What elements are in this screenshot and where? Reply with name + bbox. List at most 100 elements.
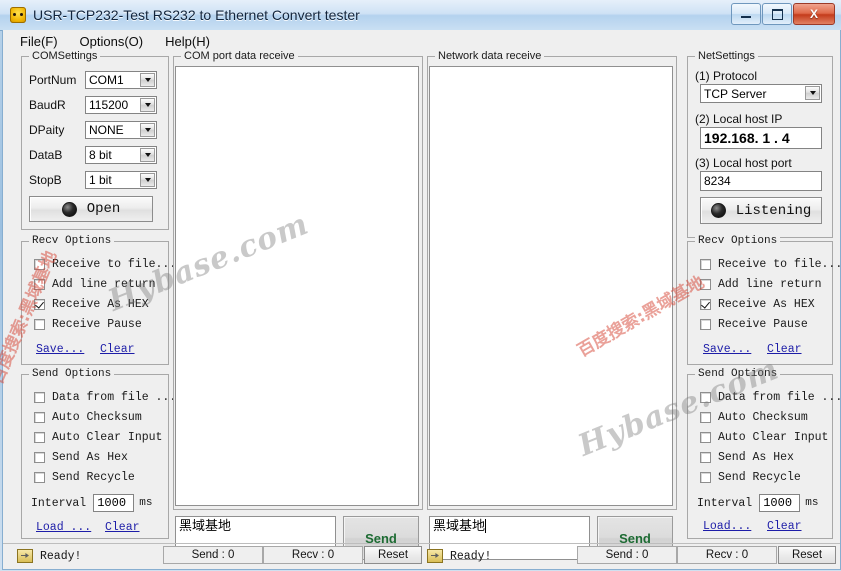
net-add-line-return-checkbox[interactable]: Add line return bbox=[700, 278, 822, 291]
open-button[interactable]: Open bbox=[29, 196, 153, 222]
chevron-down-icon[interactable] bbox=[805, 86, 820, 100]
com-reset-button[interactable]: Reset bbox=[364, 546, 422, 564]
net-send-recycle-label: Send Recycle bbox=[718, 471, 801, 484]
net-recv-clear-link[interactable]: Clear bbox=[767, 343, 802, 356]
com-send-recycle-label: Send Recycle bbox=[52, 471, 135, 484]
baudr-row: BaudR 115200 bbox=[29, 95, 161, 115]
dpaity-label: DPaity bbox=[29, 123, 65, 137]
menu-bar: File(F) Options(O) Help(H) bbox=[3, 30, 223, 52]
com-recv-save-link[interactable]: Save... bbox=[36, 343, 84, 356]
com-auto-clear-input-checkbox[interactable]: Auto Clear Input bbox=[34, 431, 162, 444]
net-recv-options-legend: Recv Options bbox=[695, 235, 781, 247]
com-add-line-return-checkbox[interactable]: Add line return bbox=[34, 278, 156, 291]
checkbox-icon[interactable] bbox=[700, 452, 711, 463]
com-send-recycle-checkbox[interactable]: Send Recycle bbox=[34, 471, 135, 484]
app-icon bbox=[10, 7, 26, 23]
portnum-combo[interactable]: COM1 bbox=[85, 71, 157, 89]
net-receive-pause-label: Receive Pause bbox=[718, 318, 808, 331]
menu-options[interactable]: Options(O) bbox=[71, 32, 153, 51]
com-recv-to-file-checkbox[interactable]: Receive to file... bbox=[34, 258, 176, 271]
checkbox-icon[interactable] bbox=[34, 472, 45, 483]
chevron-down-icon[interactable] bbox=[140, 98, 155, 112]
checkbox-icon[interactable] bbox=[700, 472, 711, 483]
menu-file[interactable]: File(F) bbox=[11, 32, 67, 51]
com-send-load-link[interactable]: Load ... bbox=[36, 521, 91, 534]
net-interval-input[interactable]: 1000 bbox=[759, 494, 801, 512]
net-recv-to-file-checkbox[interactable]: Receive to file... bbox=[700, 258, 841, 271]
protocol-label: (1) Protocol bbox=[695, 69, 758, 83]
net-receive-pause-checkbox[interactable]: Receive Pause bbox=[700, 318, 808, 331]
status-hand-icon bbox=[17, 549, 33, 563]
net-auto-clear-input-checkbox[interactable]: Auto Clear Input bbox=[700, 431, 828, 444]
chevron-down-icon[interactable] bbox=[140, 73, 155, 87]
com-receive-textarea[interactable] bbox=[175, 66, 419, 506]
net-add-line-return-label: Add line return bbox=[718, 278, 822, 291]
stopb-combo[interactable]: 1 bit bbox=[85, 171, 157, 189]
checkbox-icon[interactable] bbox=[34, 259, 45, 270]
com-receive-as-hex-checkbox[interactable]: Receive As HEX bbox=[34, 298, 149, 311]
checkbox-icon[interactable] bbox=[700, 299, 711, 310]
net-send-as-hex-checkbox[interactable]: Send As Hex bbox=[700, 451, 794, 464]
net-send-clear-link[interactable]: Clear bbox=[767, 520, 802, 533]
net-send-recycle-checkbox[interactable]: Send Recycle bbox=[700, 471, 801, 484]
checkbox-icon[interactable] bbox=[700, 432, 711, 443]
checkbox-icon[interactable] bbox=[34, 412, 45, 423]
com-recv-clear-link[interactable]: Clear bbox=[100, 343, 135, 356]
dpaity-value: NONE bbox=[89, 123, 124, 137]
dpaity-row: DPaity NONE bbox=[29, 120, 161, 140]
checkbox-icon[interactable] bbox=[34, 299, 45, 310]
net-recv-save-link[interactable]: Save... bbox=[703, 343, 751, 356]
checkbox-icon[interactable] bbox=[700, 319, 711, 330]
host-ip-input[interactable]: 192.168. 1 . 4 bbox=[700, 127, 822, 149]
checkbox-icon[interactable] bbox=[700, 259, 711, 270]
baudr-label: BaudR bbox=[29, 98, 66, 112]
net-interval-label: Interval bbox=[697, 496, 753, 510]
net-receive-as-hex-checkbox[interactable]: Receive As HEX bbox=[700, 298, 815, 311]
checkbox-icon[interactable] bbox=[700, 392, 711, 403]
com-interval-label: Interval bbox=[31, 496, 87, 510]
chevron-down-icon[interactable] bbox=[140, 148, 155, 162]
menu-help[interactable]: Help(H) bbox=[156, 32, 219, 51]
listening-button[interactable]: Listening bbox=[700, 197, 822, 224]
baudr-combo[interactable]: 115200 bbox=[85, 96, 157, 114]
checkbox-icon[interactable] bbox=[34, 392, 45, 403]
net-send-load-link[interactable]: Load... bbox=[703, 520, 751, 533]
maximize-button[interactable] bbox=[762, 3, 792, 25]
net-data-from-file-checkbox[interactable]: Data from file ... bbox=[700, 391, 841, 404]
com-receive-pause-checkbox[interactable]: Receive Pause bbox=[34, 318, 142, 331]
led-indicator-icon bbox=[710, 203, 726, 218]
close-button[interactable]: X bbox=[793, 3, 835, 25]
open-button-label: Open bbox=[86, 201, 121, 217]
datab-combo[interactable]: 8 bit bbox=[85, 146, 157, 164]
com-send-clear-link[interactable]: Clear bbox=[105, 521, 140, 534]
checkbox-icon[interactable] bbox=[700, 412, 711, 423]
com-interval-input[interactable]: 1000 bbox=[93, 494, 135, 512]
com-data-from-file-checkbox[interactable]: Data from file ... bbox=[34, 391, 176, 404]
checkbox-icon[interactable] bbox=[34, 319, 45, 330]
protocol-combo[interactable]: TCP Server bbox=[700, 84, 822, 103]
window-controls: X bbox=[730, 3, 835, 25]
checkbox-icon[interactable] bbox=[34, 279, 45, 290]
net-receive-textarea[interactable] bbox=[429, 66, 673, 506]
net-auto-checksum-checkbox[interactable]: Auto Checksum bbox=[700, 411, 808, 424]
checkbox-icon[interactable] bbox=[34, 452, 45, 463]
net-data-from-file-label: Data from file ... bbox=[718, 391, 841, 404]
net-interval-row: Interval 1000 ms bbox=[697, 494, 818, 512]
dpaity-combo[interactable]: NONE bbox=[85, 121, 157, 139]
host-port-input[interactable]: 8234 bbox=[700, 171, 822, 191]
com-send-as-hex-checkbox[interactable]: Send As Hex bbox=[34, 451, 128, 464]
status-hand-icon bbox=[427, 549, 443, 563]
net-reset-button[interactable]: Reset bbox=[778, 546, 836, 564]
minimize-button[interactable] bbox=[731, 3, 761, 25]
checkbox-icon[interactable] bbox=[34, 432, 45, 443]
com-recv-to-file-label: Receive to file... bbox=[52, 258, 177, 271]
checkbox-icon[interactable] bbox=[700, 279, 711, 290]
net-send-count: Send : 0 bbox=[577, 546, 677, 564]
com-send-as-hex-label: Send As Hex bbox=[52, 451, 128, 464]
client-area: File(F) Options(O) Help(H) COMSettings P… bbox=[2, 30, 841, 570]
chevron-down-icon[interactable] bbox=[140, 123, 155, 137]
com-add-line-return-label: Add line return bbox=[52, 278, 156, 291]
application-window: USR-TCP232-Test RS232 to Ethernet Conver… bbox=[0, 0, 841, 571]
com-auto-checksum-checkbox[interactable]: Auto Checksum bbox=[34, 411, 142, 424]
chevron-down-icon[interactable] bbox=[140, 173, 155, 187]
